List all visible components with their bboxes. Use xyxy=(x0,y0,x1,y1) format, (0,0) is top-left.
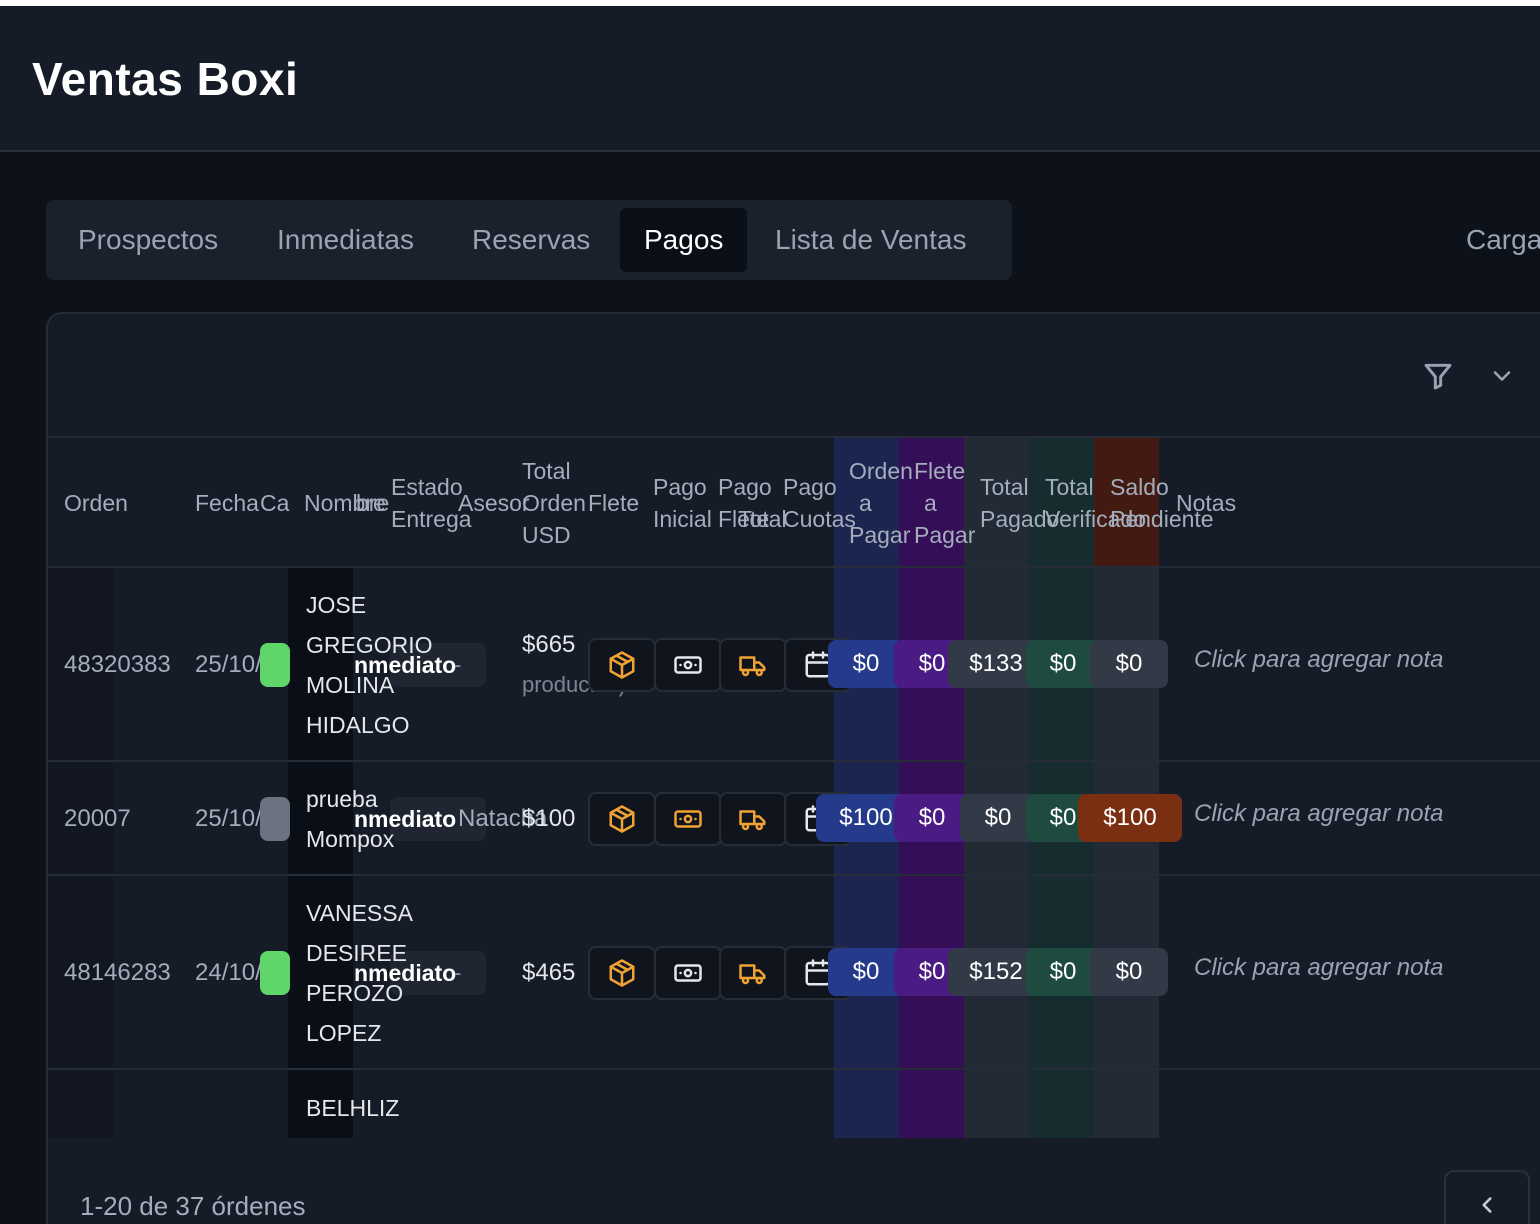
header-pago-cuotas-2: Cuotas xyxy=(783,506,856,532)
previous-page-button[interactable] xyxy=(1444,1170,1530,1224)
table-header: Orden Fecha Ca Nombre bre Estado Entrega… xyxy=(48,438,1540,568)
nota-placeholder[interactable]: Click para agregar nota xyxy=(1194,948,1443,988)
row-total: $665 xyxy=(522,631,576,658)
tab-lista-de-ventas[interactable]: Lista de Ventas xyxy=(751,208,990,272)
nota-placeholder[interactable]: Click para agregar nota xyxy=(1194,794,1443,834)
truck-icon xyxy=(739,656,766,677)
total-verificado-pill: $0 xyxy=(1026,948,1100,996)
row-orden: 20007 xyxy=(64,805,131,832)
tab-pagos[interactable]: Pagos xyxy=(620,208,748,272)
truck-icon xyxy=(739,810,766,831)
header-total-pagado-1[interactable]: Total xyxy=(980,471,1029,503)
page-header: Ventas Boxi xyxy=(0,6,1540,152)
header-total-orden-2: Orden xyxy=(522,490,586,516)
row-total: $100 xyxy=(522,805,576,832)
canal-badge xyxy=(260,797,290,841)
header-pago-flete-1[interactable]: Pago xyxy=(718,471,772,503)
header-fecha[interactable]: Fecha xyxy=(195,487,259,519)
canal-badge xyxy=(260,643,290,687)
pago-flete-button[interactable] xyxy=(719,946,787,1000)
header-total-orden-1[interactable]: Total xyxy=(522,455,571,487)
row-total: $465 xyxy=(522,959,576,986)
filter-button[interactable] xyxy=(1416,354,1460,398)
table-row[interactable]: 20007 25/10/ prueba Mompox nmediato Nata… xyxy=(48,762,1540,876)
table-row[interactable]: BELHLIZ xyxy=(48,1070,1540,1138)
tab-inmediatas[interactable]: Inmediatas xyxy=(253,208,438,272)
orders-panel: Orden Fecha Ca Nombre bre Estado Entrega… xyxy=(46,312,1540,1224)
asesor-value: - xyxy=(454,652,462,677)
header-flete-pagar-1[interactable]: Flete xyxy=(914,455,965,487)
total-verificado-pill: $0 xyxy=(1026,640,1100,688)
chevron-left-icon xyxy=(1482,1197,1492,1213)
flete-button[interactable] xyxy=(588,946,656,1000)
header-pago-cuotas-1[interactable]: Pago xyxy=(783,471,837,503)
flete-button[interactable] xyxy=(588,792,656,846)
row-fecha: 25/10/ xyxy=(195,651,262,678)
orden-pagar-pill[interactable]: $0 xyxy=(828,640,904,688)
nota-placeholder[interactable]: Click para agregar nota xyxy=(1194,640,1443,680)
pago-flete-button[interactable] xyxy=(719,792,787,846)
filter-icon xyxy=(1424,363,1452,390)
header-pago-inicial-1[interactable]: Pago xyxy=(653,471,707,503)
header-pago-inicial-2: Inicial xyxy=(653,506,712,532)
row-fecha: 25/10/ xyxy=(195,805,262,832)
canal-badge xyxy=(260,951,290,995)
header-total-orden-3: USD xyxy=(522,522,571,548)
estado-entrega-text: nmediato xyxy=(354,806,457,832)
pago-inicial-button[interactable] xyxy=(654,792,722,846)
header-saldo-pendiente-1[interactable]: Saldo xyxy=(1110,471,1169,503)
orders-table: Orden Fecha Ca Nombre bre Estado Entrega… xyxy=(48,436,1540,1138)
row-orden: 48146283 xyxy=(64,959,171,986)
cash-icon xyxy=(674,964,702,982)
pagination-summary: 1-20 de 37 órdenes xyxy=(80,1191,306,1221)
package-icon xyxy=(609,805,635,833)
header-orden-pagar-3: Pagar xyxy=(849,522,911,548)
pago-inicial-button[interactable] xyxy=(654,946,722,1000)
row-nombre: BELHLIZ xyxy=(306,1095,400,1121)
header-orden-pagar-1[interactable]: Orden xyxy=(849,455,913,487)
estado-entrega-text: nmediato xyxy=(354,960,457,986)
truck-icon xyxy=(739,964,766,985)
pago-flete-button[interactable] xyxy=(719,638,787,692)
package-icon xyxy=(609,959,635,987)
chevron-down-icon xyxy=(1493,371,1511,381)
header-orden-pagar-2: a xyxy=(859,490,872,516)
flete-pagar-pill[interactable]: $0 xyxy=(894,794,970,842)
saldo-pendiente-pill: $0 xyxy=(1090,640,1168,688)
cash-icon xyxy=(674,656,702,674)
orden-pagar-pill[interactable]: $0 xyxy=(828,948,904,996)
header-pago-total-overlap: Total xyxy=(738,506,787,532)
tab-reservas[interactable]: Reservas xyxy=(448,208,614,272)
saldo-pendiente-pill: $0 xyxy=(1090,948,1168,996)
table-row[interactable]: 48146283 24/10/ VANESSA DESIREE PEROZO L… xyxy=(48,876,1540,1070)
tab-bar: Prospectos Inmediatas Reservas Pagos Lis… xyxy=(46,200,1012,280)
total-pagado-pill: $0 xyxy=(960,794,1036,842)
package-icon xyxy=(609,651,635,679)
header-canal[interactable]: Ca xyxy=(260,487,289,519)
cash-icon xyxy=(674,810,702,828)
header-asesor[interactable]: Asesor xyxy=(458,487,530,519)
header-flete[interactable]: Flete xyxy=(588,487,639,519)
header-estado-entrega-1[interactable]: Estado xyxy=(391,471,463,503)
header-orden[interactable]: Orden xyxy=(64,487,128,519)
header-flete-pagar-2: a xyxy=(924,490,937,516)
tab-prospectos[interactable]: Prospectos xyxy=(54,208,242,272)
asesor-value: - xyxy=(454,960,462,985)
row-orden: 48320383 xyxy=(64,651,171,678)
carga-button[interactable]: Carga xyxy=(1466,216,1540,264)
header-flete-pagar-3: Pagar xyxy=(914,522,976,548)
pago-inicial-button[interactable] xyxy=(654,638,722,692)
estado-entrega-text: nmediato xyxy=(354,652,457,678)
flete-button[interactable] xyxy=(588,638,656,692)
row-fecha: 24/10/ xyxy=(195,959,262,986)
page-title: Ventas Boxi xyxy=(32,53,299,105)
header-notas[interactable]: Notas xyxy=(1176,487,1236,519)
table-row[interactable]: 48320383 25/10/ JOSE GREGORIO MOLINA HID… xyxy=(48,568,1540,762)
expand-button[interactable] xyxy=(1480,354,1524,398)
header-total-verificado-1[interactable]: Total xyxy=(1045,471,1094,503)
header-nombre-overlap: bre xyxy=(356,490,390,516)
saldo-pendiente-pill: $100 xyxy=(1078,794,1182,842)
